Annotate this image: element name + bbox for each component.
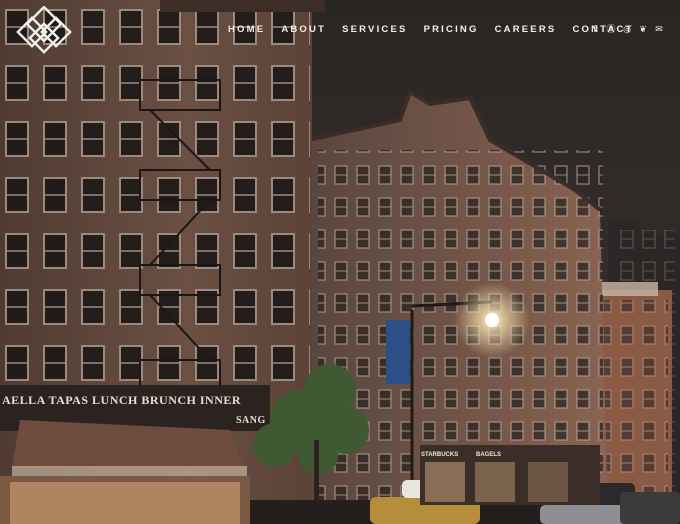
nav-careers[interactable]: CAREERS bbox=[495, 24, 557, 35]
shop-sign-2: BAGELS bbox=[476, 452, 502, 458]
pinterest-icon[interactable]: Ⓟ bbox=[606, 25, 616, 35]
nav-services[interactable]: SERVICES bbox=[342, 24, 407, 35]
site-logo[interactable] bbox=[14, 5, 74, 54]
instagram-icon[interactable]: ◎ bbox=[622, 25, 632, 35]
hero-section: AELLA TAPAS LUNCH BRUNCH INNER SANG STAR… bbox=[0, 0, 680, 524]
twitter-icon[interactable]: ❦ bbox=[638, 25, 648, 35]
facebook-icon[interactable]: f bbox=[590, 25, 600, 35]
side-sign: SANG bbox=[236, 415, 266, 426]
nav-home[interactable]: HOME bbox=[228, 24, 265, 35]
nav-pricing[interactable]: PRICING bbox=[424, 24, 479, 35]
email-icon[interactable]: ✉ bbox=[654, 25, 664, 35]
shop-sign-1: STARBUCKS bbox=[421, 452, 459, 458]
social-links: f Ⓟ ◎ ❦ ✉ bbox=[590, 25, 664, 35]
restaurant-sign: AELLA TAPAS LUNCH BRUNCH INNER bbox=[2, 393, 242, 407]
main-nav: HOME ABOUT SERVICES PRICING CAREERS CONT… bbox=[228, 24, 650, 35]
nav-about[interactable]: ABOUT bbox=[281, 24, 326, 35]
city-street-photo bbox=[0, 0, 680, 524]
interlaced-knot-logo-icon bbox=[16, 5, 72, 54]
